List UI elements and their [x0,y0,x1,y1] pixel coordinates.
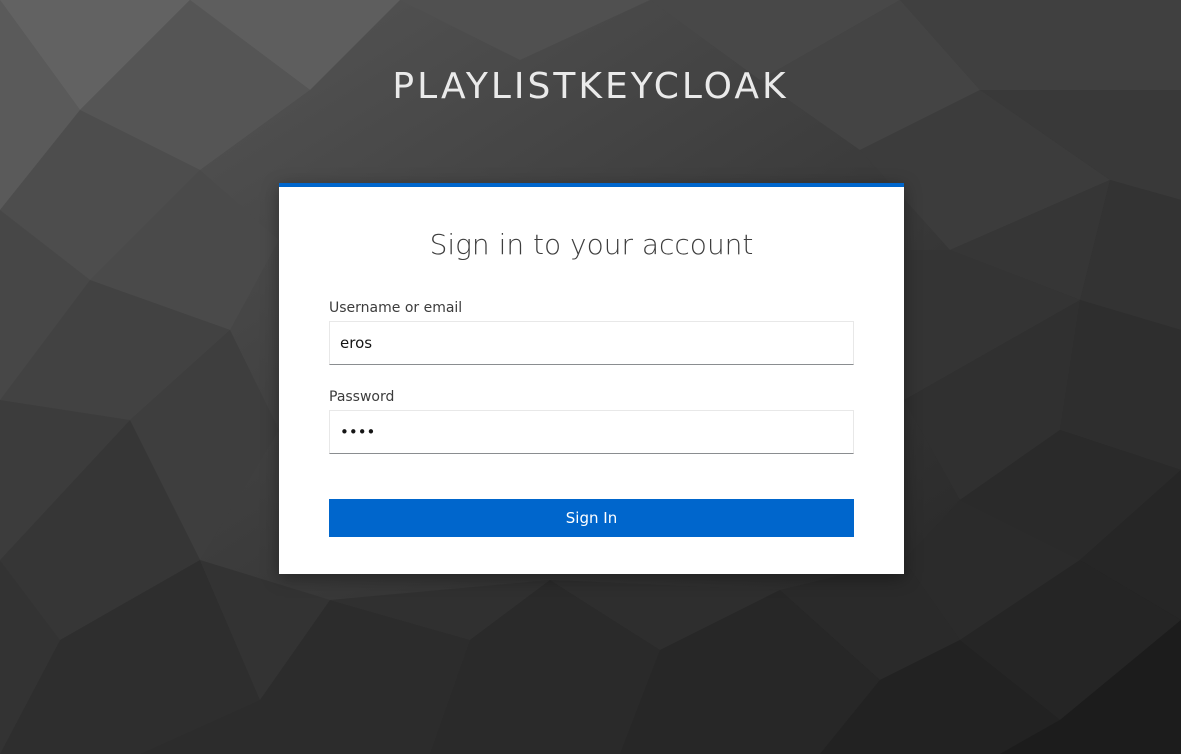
password-label: Password [329,389,395,405]
username-label: Username or email [329,300,463,316]
username-input[interactable] [329,321,854,365]
login-card: Sign in to your account Username or emai… [279,183,904,574]
password-input[interactable] [329,410,854,454]
login-heading: Sign in to your account [429,228,754,261]
realm-title: PLAYLISTKEYCLOAK [392,66,789,107]
sign-in-button[interactable]: Sign In [329,499,854,537]
